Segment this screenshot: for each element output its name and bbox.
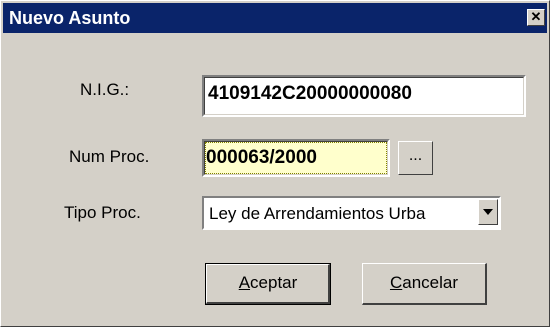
chevron-down-icon <box>483 209 493 215</box>
accept-label: ceptar <box>250 273 298 292</box>
tipo-proc-label: Tipo Proc. <box>64 203 141 222</box>
num-proc-value: 000063/2000 <box>206 147 317 168</box>
num-proc-field[interactable]: 000063/2000 <box>202 139 390 177</box>
accept-mnemonic: A <box>238 273 251 292</box>
window-title: Nuevo Asunto <box>9 8 131 28</box>
nig-field[interactable]: 4109142C20000000080 <box>202 75 526 117</box>
cancel-mnemonic: C <box>389 273 403 292</box>
dropdown-button[interactable] <box>478 199 498 225</box>
tipo-proc-select[interactable]: Ley de Arrendamientos Urba <box>202 196 501 230</box>
cancel-label: ancelar <box>402 273 459 292</box>
num-proc-label: Num Proc. <box>69 147 150 166</box>
nuevo-asunto-dialog: Nuevo Asunto ✕ N.I.G.: 4109142C200000000… <box>0 0 550 327</box>
accept-button[interactable]: Aceptar <box>205 263 331 305</box>
nig-value: 4109142C20000000080 <box>208 83 412 104</box>
nig-label: N.I.G.: <box>80 80 130 99</box>
title-bar[interactable]: Nuevo Asunto ✕ <box>3 3 547 33</box>
tipo-proc-value: Ley de Arrendamientos Urba <box>209 204 426 223</box>
cancel-button[interactable]: Cancelar <box>362 263 487 305</box>
browse-button[interactable]: ... <box>398 141 433 175</box>
close-icon[interactable]: ✕ <box>527 9 545 26</box>
